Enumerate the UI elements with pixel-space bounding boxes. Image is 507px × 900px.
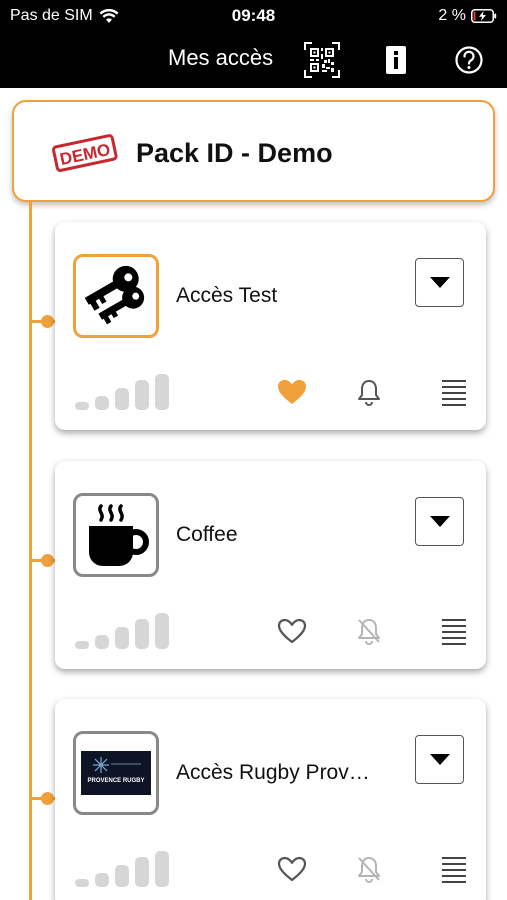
help-icon [455,46,483,74]
battery-charging-icon [471,9,497,23]
dropdown-button[interactable] [415,735,464,784]
battery-info: 2 % [438,7,497,25]
rugby-logo-icon: PROVENCE RUGBY [81,751,151,795]
favorite-button[interactable] [277,618,307,649]
dropdown-button[interactable] [415,258,464,307]
favorite-button[interactable] [277,856,307,887]
qr-code-button[interactable] [302,40,342,80]
page-title: Mes accès [168,45,274,70]
signal-strength-icon [75,613,169,649]
caret-down-icon [429,753,450,765]
access-label: Accès Test [176,284,278,307]
info-icon [386,46,406,74]
status-time: 09:48 [231,6,276,25]
list-menu-button[interactable] [442,857,466,888]
access-card[interactable]: PROVENCE RUGBY Accès Rugby Prov… [55,699,486,900]
key-icon [84,265,145,325]
timeline-node [31,554,55,567]
timeline-node [31,315,55,328]
caret-down-icon [429,276,450,288]
demo-stamp-logo: DEMO [50,132,120,181]
access-card[interactable]: Coffee [55,461,486,669]
access-card[interactable]: Accès Test [55,222,486,430]
access-thumbnail[interactable] [73,493,159,577]
heart-filled-icon [278,380,306,404]
notification-button[interactable] [357,617,381,650]
access-thumbnail[interactable] [73,254,159,338]
pack-title: Pack ID - Demo [136,138,333,168]
list-lines-icon [442,380,466,406]
list-menu-button[interactable] [442,380,466,411]
access-label: Coffee [176,523,238,546]
signal-strength-icon [75,374,169,410]
heart-outline-icon [277,856,307,882]
notification-button[interactable] [357,378,381,411]
app-header: Mes accès [0,32,507,88]
bell-off-icon [358,857,380,883]
list-lines-icon [442,857,466,883]
rugby-logo-text: PROVENCE RUGBY [87,778,144,784]
status-bar: Pas de SIM 09:48 2 % [0,0,507,32]
signal-strength-icon [75,851,169,887]
qr-code-icon [304,42,340,78]
heart-outline-icon [277,618,307,644]
timeline-node [31,792,55,805]
favorite-button[interactable] [277,379,307,410]
info-button[interactable] [376,40,416,80]
battery-percent: 2 % [438,7,466,24]
timeline-line [29,200,32,900]
access-thumbnail[interactable]: PROVENCE RUGBY [73,731,159,815]
bell-off-icon [358,619,380,645]
caret-down-icon [429,515,450,527]
notification-button[interactable] [357,855,381,888]
access-label: Accès Rugby Prov… [176,761,370,784]
coffee-cup-icon [89,504,149,566]
dropdown-button[interactable] [415,497,464,546]
help-button[interactable] [449,40,489,80]
bell-icon [358,380,380,406]
list-menu-button[interactable] [442,619,466,650]
pack-header[interactable]: DEMO Pack ID - Demo [12,100,495,202]
list-lines-icon [442,619,466,645]
